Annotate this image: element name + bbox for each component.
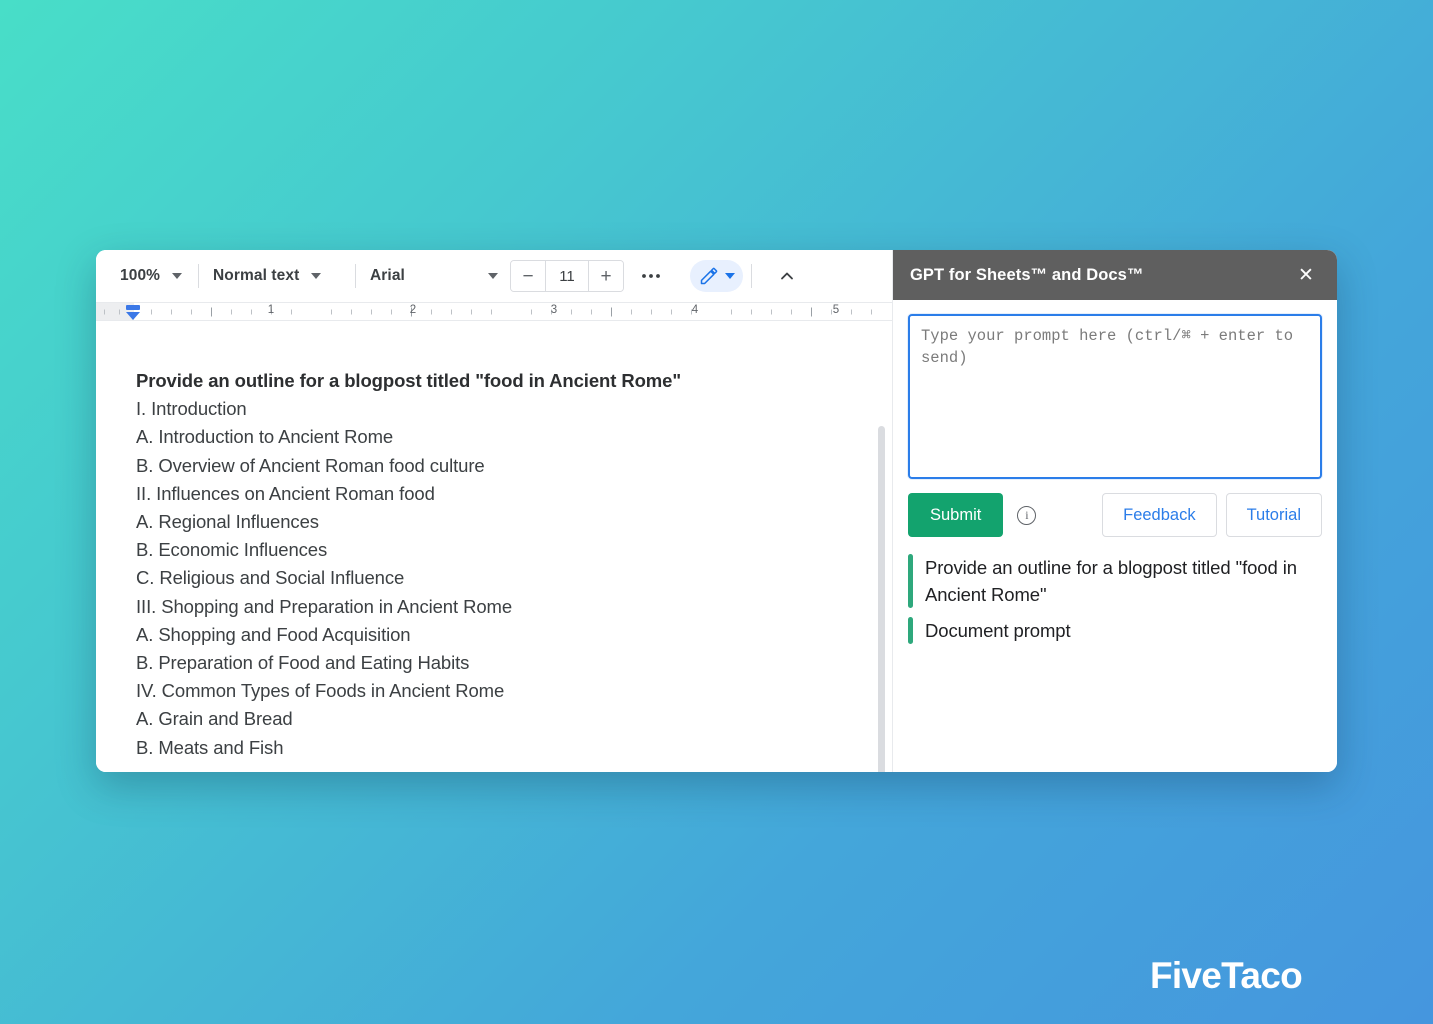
toolbar-divider — [198, 264, 199, 288]
document-scroll-area[interactable]: Provide an outline for a blogpost titled… — [96, 321, 892, 772]
toolbar-divider — [355, 264, 356, 288]
collapse-toolbar-button[interactable] — [770, 260, 804, 292]
font-size-value[interactable]: 11 — [545, 261, 589, 291]
document-line: III. Shopping and Preparation in Ancient… — [136, 595, 513, 617]
document-title-line: Provide an outline for a blogpost titled… — [136, 370, 682, 391]
paragraph-style-dropdown[interactable]: Normal text — [207, 261, 347, 291]
document-line: A. Grain and Bread — [136, 708, 293, 730]
document-line: B. Overview of Ancient Roman food cultur… — [136, 454, 485, 476]
editor-toolbar: 100% Normal text Arial − 11 + — [96, 250, 892, 302]
font-family-dropdown[interactable]: Arial — [364, 261, 504, 291]
document-line: IV. Common Types of Foods in Ancient Rom… — [136, 680, 505, 702]
fivetaco-watermark: FiveTaco — [1149, 955, 1303, 996]
toolbar-divider — [751, 264, 752, 288]
addon-panel-header: GPT for Sheets™ and Docs™ ✕ — [893, 250, 1337, 300]
chevron-up-icon — [781, 272, 793, 280]
addon-panel: GPT for Sheets™ and Docs™ ✕ Submit i Fee… — [893, 250, 1337, 772]
history-accent-bar — [908, 617, 913, 644]
document-line: B. Preparation of Food and Eating Habits — [136, 652, 470, 674]
ruler-number: 1 — [267, 304, 275, 316]
document-ruler[interactable]: 1 2 3 4 5 — [96, 302, 892, 321]
more-options-button[interactable] — [634, 261, 668, 291]
list-item[interactable]: Provide an outline for a blogpost titled… — [908, 554, 1322, 608]
chevron-down-icon — [488, 273, 498, 279]
prompt-history-list: Provide an outline for a blogpost titled… — [908, 554, 1322, 644]
app-window: 100% Normal text Arial − 11 + 1 2 3 4 5 … — [96, 250, 1337, 772]
zoom-level-dropdown[interactable]: 100% — [114, 261, 190, 291]
chevron-down-icon — [311, 273, 322, 279]
ruler-ticks: 1 2 3 4 5 — [96, 303, 892, 320]
tutorial-button[interactable]: Tutorial — [1225, 493, 1322, 537]
document-scrollbar-thumb[interactable] — [878, 426, 885, 772]
document-line: B. Economic Influences — [136, 539, 328, 561]
font-family-value: Arial — [370, 267, 405, 284]
ruler-number: 4 — [691, 304, 699, 316]
document-line: A. Shopping and Food Acquisition — [136, 623, 411, 645]
paragraph-style-value: Normal text — [213, 267, 300, 284]
document-line: A. Introduction to Ancient Rome — [136, 426, 394, 448]
document-content[interactable]: Provide an outline for a blogpost titled… — [96, 321, 892, 762]
panel-action-row: Submit i Feedback Tutorial — [908, 493, 1322, 537]
document-line: I. Introduction — [136, 398, 247, 420]
pencil-icon — [700, 267, 718, 285]
ruler-number: 5 — [832, 304, 840, 316]
chevron-down-icon — [725, 273, 735, 279]
addon-panel-title: GPT for Sheets™ and Docs™ — [910, 265, 1144, 284]
document-line: A. Regional Influences — [136, 511, 319, 533]
font-size-increase-button[interactable]: + — [589, 261, 623, 291]
history-item-text: Provide an outline for a blogpost titled… — [925, 557, 1297, 605]
font-size-decrease-button[interactable]: − — [511, 261, 545, 291]
indent-marker[interactable] — [125, 304, 141, 320]
list-item[interactable]: Document prompt — [908, 617, 1322, 644]
close-icon[interactable]: ✕ — [1293, 262, 1319, 288]
more-horizontal-icon — [642, 274, 660, 278]
history-item-text: Document prompt — [925, 620, 1071, 641]
document-editor-pane: 100% Normal text Arial − 11 + 1 2 3 4 5 … — [96, 250, 893, 772]
document-line: II. Influences on Ancient Roman food — [136, 482, 435, 504]
editing-mode-button[interactable] — [690, 260, 743, 292]
document-scrollbar[interactable] — [877, 321, 886, 772]
info-icon[interactable]: i — [1017, 505, 1037, 525]
ruler-number: 3 — [550, 304, 558, 316]
document-line: C. Religious and Social Influence — [136, 567, 405, 589]
history-accent-bar — [908, 554, 913, 608]
addon-panel-body: Submit i Feedback Tutorial Provide an ou… — [893, 300, 1337, 772]
prompt-input[interactable] — [908, 314, 1322, 479]
indent-marker-icon — [126, 305, 140, 320]
feedback-button[interactable]: Feedback — [1102, 493, 1217, 537]
document-line: B. Meats and Fish — [136, 736, 284, 758]
chevron-down-icon — [172, 273, 183, 279]
ruler-number: 2 — [409, 304, 417, 316]
font-size-stepper: − 11 + — [510, 260, 624, 292]
submit-button[interactable]: Submit — [908, 493, 1004, 537]
zoom-level-value: 100% — [120, 267, 161, 284]
